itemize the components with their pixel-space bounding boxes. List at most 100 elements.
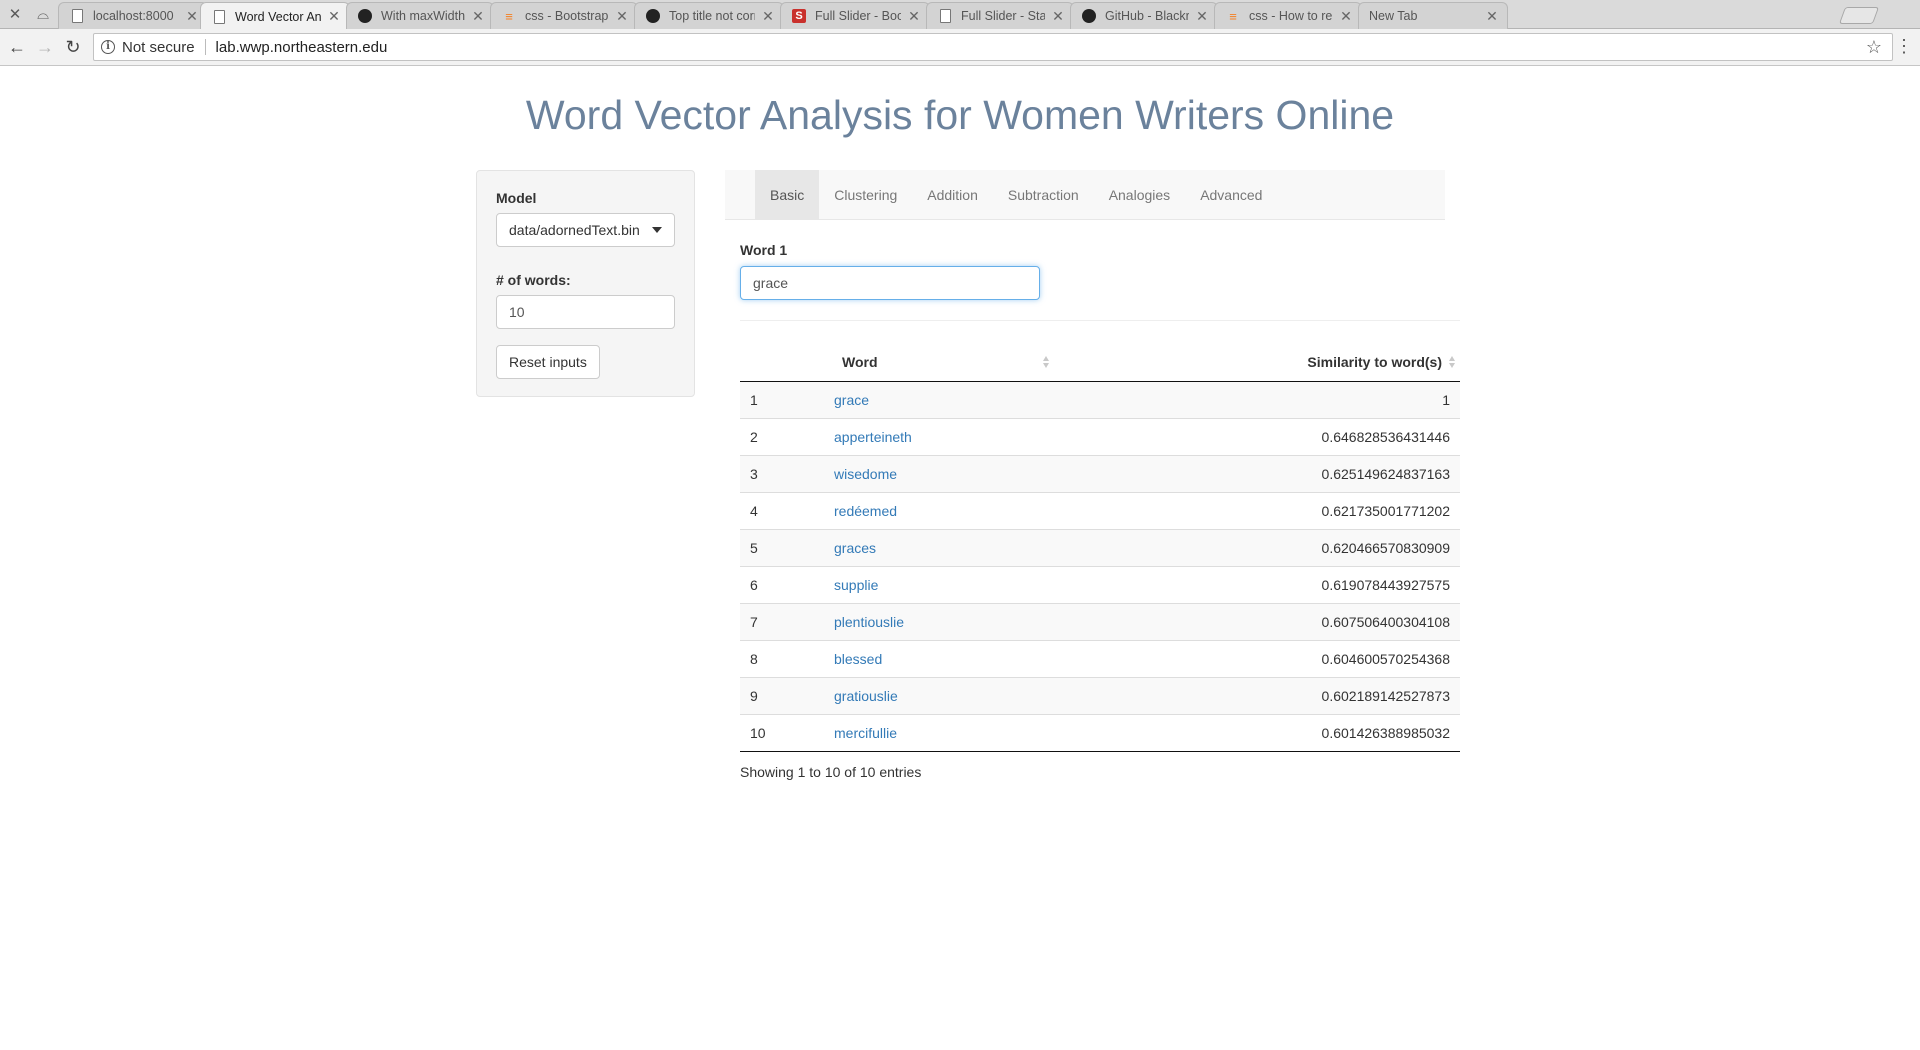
browser-tab-title: css - How to remove bbox=[1249, 9, 1333, 23]
word-count-input[interactable]: 10 bbox=[496, 295, 675, 329]
table-row: 7 plentiouslie 0.607506400304108 bbox=[740, 602, 1460, 640]
word1-label: Word 1 bbox=[740, 242, 788, 258]
word-link[interactable]: plentiouslie bbox=[834, 614, 904, 630]
results-table: Word Similarity to word(s) 1 grace 1 2 apper… bbox=[740, 344, 1460, 752]
browser-tab-strip: ✕ ⌓ localhost:8000 ✕ Word Vector Analysis ✕… bbox=[0, 0, 1920, 30]
omnibox-divider bbox=[204, 39, 206, 55]
page-title: Word Vector Analysis for Women Writers O… bbox=[525, 92, 1395, 138]
github-icon-favicon bbox=[1081, 8, 1097, 24]
table-row: 3 wisedome 0.625149624837163 bbox=[740, 454, 1460, 492]
browser-tab[interactable]: New Tab ✕ bbox=[1358, 2, 1508, 29]
tab-close-icon[interactable]: ✕ bbox=[907, 8, 921, 25]
forward-arrow-icon[interactable]: → bbox=[34, 36, 56, 58]
word-link[interactable]: grace bbox=[834, 392, 869, 408]
similarity-column-header[interactable]: Similarity to word(s) bbox=[1054, 344, 1460, 382]
browser-tab-title: localhost:8000 bbox=[93, 9, 174, 23]
browser-tab[interactable]: Top title not correctly ✕ bbox=[634, 2, 784, 29]
browser-tab[interactable]: ≡ css - How to remove ✕ bbox=[1214, 2, 1362, 29]
row-index: 5 bbox=[740, 528, 824, 566]
row-similarity: 1 bbox=[1442, 391, 1450, 408]
window-close-icon[interactable]: ✕ bbox=[6, 0, 24, 29]
word-link[interactable]: blessed bbox=[834, 651, 882, 667]
table-row: 8 blessed 0.604600570254368 bbox=[740, 639, 1460, 677]
browser-tab-title: Full Slider - Bootstrap bbox=[815, 9, 901, 23]
browser-menu-icon[interactable]: ⋮ bbox=[1895, 35, 1913, 57]
browser-toolbar: ← → ↻ i Not secure lab.wwp.northeastern.… bbox=[0, 29, 1920, 66]
tab-basic[interactable]: Basic bbox=[755, 170, 820, 220]
row-word-cell: grace bbox=[824, 381, 1054, 418]
row-index: 1 bbox=[750, 391, 758, 408]
row-index: 6 bbox=[740, 565, 824, 603]
reload-icon[interactable]: ↻ bbox=[62, 36, 84, 58]
url-text[interactable]: lab.wwp.northeastern.edu bbox=[216, 39, 388, 56]
divider bbox=[740, 320, 1460, 321]
browser-tab[interactable]: ≡ css - Bootstrap: How ✕ bbox=[490, 2, 638, 29]
word-link[interactable]: redéemed bbox=[834, 503, 897, 519]
tab-close-icon[interactable]: ✕ bbox=[1051, 8, 1065, 25]
new-tab-button[interactable] bbox=[1838, 7, 1880, 24]
table-row: 2 apperteineth 0.646828536431446 bbox=[740, 417, 1460, 455]
tab-addition[interactable]: Addition bbox=[912, 170, 993, 220]
browser-tab[interactable]: S Full Slider - Bootstrap ✕ bbox=[780, 2, 930, 29]
tab-subtraction[interactable]: Subtraction bbox=[993, 170, 1094, 220]
stackoverflow-icon-favicon: ≡ bbox=[505, 8, 513, 24]
tab-clustering[interactable]: Clustering bbox=[819, 170, 912, 220]
word1-input[interactable]: grace bbox=[740, 266, 1040, 300]
sidebar-panel: Model data/adornedText.bin # of words: 1… bbox=[476, 170, 695, 397]
word-count-label: # of words: bbox=[496, 272, 571, 288]
word-column-header-label: Word bbox=[842, 354, 878, 371]
page: Word Vector Analysis for Women Writers O… bbox=[0, 67, 1920, 1050]
row-index: 4 bbox=[740, 491, 824, 529]
word-link[interactable]: supplie bbox=[834, 577, 878, 593]
word-link[interactable]: apperteineth bbox=[834, 429, 912, 445]
word-column-header[interactable]: Word bbox=[824, 344, 1054, 382]
page-icon-favicon bbox=[937, 8, 953, 24]
row-index: 7 bbox=[740, 602, 824, 640]
tab-close-icon[interactable]: ✕ bbox=[185, 8, 199, 25]
row-word-cell: wisedome bbox=[824, 454, 1054, 492]
bookmark-star-icon[interactable]: ☆ bbox=[1866, 37, 1882, 58]
row-similarity: 0.619078443927575 bbox=[1054, 565, 1460, 603]
address-bar[interactable]: i Not secure lab.wwp.northeastern.edu ☆ bbox=[93, 33, 1893, 61]
word-link[interactable]: mercifullie bbox=[834, 725, 897, 741]
tab-close-icon[interactable]: ✕ bbox=[1485, 8, 1499, 25]
startbootstrap-icon-favicon: S bbox=[791, 8, 807, 24]
row-word-cell: redéemed bbox=[824, 491, 1054, 529]
similarity-column-header-label: Similarity to word(s) bbox=[1307, 354, 1442, 371]
tab-advanced[interactable]: Advanced bbox=[1185, 170, 1277, 220]
stackoverflow-icon-favicon: ≡ bbox=[1229, 8, 1237, 24]
tab-close-icon[interactable]: ✕ bbox=[327, 8, 341, 25]
tab-close-icon[interactable]: ✕ bbox=[471, 8, 485, 25]
tab-analogies[interactable]: Analogies bbox=[1094, 170, 1186, 220]
tab-close-icon[interactable]: ✕ bbox=[615, 8, 629, 25]
model-select[interactable]: data/adornedText.bin bbox=[496, 213, 675, 247]
word-link[interactable]: graces bbox=[834, 540, 876, 556]
tab-close-icon[interactable]: ✕ bbox=[1195, 8, 1209, 25]
browser-tab[interactable]: GitHub - BlackrockDi ✕ bbox=[1070, 2, 1218, 29]
row-word-cell: apperteineth bbox=[824, 417, 1054, 455]
reset-inputs-button[interactable]: Reset inputs bbox=[496, 345, 600, 379]
tab-close-icon[interactable]: ✕ bbox=[1339, 8, 1353, 25]
model-select-value: data/adornedText.bin bbox=[509, 222, 640, 238]
info-icon[interactable]: i bbox=[101, 40, 115, 54]
sort-icon[interactable] bbox=[1043, 356, 1050, 370]
row-similarity: 0.621735001771202 bbox=[1054, 491, 1460, 529]
browser-tab[interactable]: Word Vector Analysis ✕ bbox=[200, 2, 350, 30]
browser-tab[interactable]: Full Slider - Start Boo ✕ bbox=[926, 2, 1074, 29]
browser-tab[interactable]: localhost:8000 ✕ bbox=[58, 2, 208, 29]
word-link[interactable]: wisedome bbox=[834, 466, 897, 482]
row-index: 8 bbox=[740, 639, 824, 677]
browser-tab[interactable]: With maxWidth set on ✕ bbox=[346, 2, 494, 29]
back-arrow-icon[interactable]: ← bbox=[6, 36, 28, 58]
word-link[interactable]: gratiouslie bbox=[834, 688, 898, 704]
sort-icon[interactable] bbox=[1449, 356, 1456, 370]
model-label: Model bbox=[496, 190, 537, 206]
browser-tab-title: New Tab bbox=[1369, 9, 1418, 23]
tab-close-icon[interactable]: ✕ bbox=[761, 8, 775, 25]
incognito-icon: ⌓ bbox=[37, 6, 49, 23]
row-similarity: 0.604600570254368 bbox=[1054, 639, 1460, 677]
table-row: 1 grace 1 bbox=[740, 381, 1460, 418]
browser-tab-title: GitHub - BlackrockDi bbox=[1105, 9, 1189, 23]
row-word-cell: mercifullie bbox=[824, 713, 1054, 752]
row-similarity: 0.607506400304108 bbox=[1054, 602, 1460, 640]
